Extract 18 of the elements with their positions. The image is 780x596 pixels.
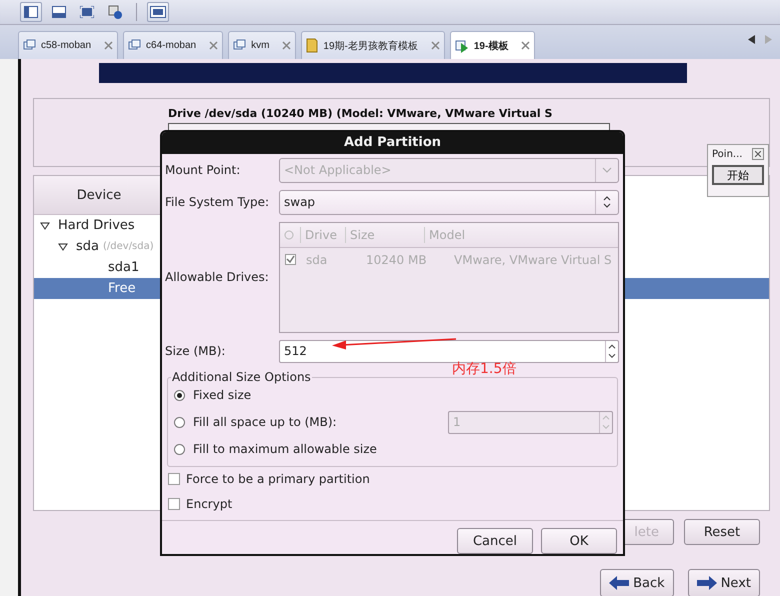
option-label: Fixed size	[193, 388, 252, 402]
drive-label: Drive /dev/sda (10240 MB) (Model: VMware, VMware Virtual S	[168, 106, 554, 120]
window-title: Poin...	[712, 148, 742, 160]
checkbox-label: Encrypt	[186, 496, 232, 511]
table-cell-text: 10240 MB	[365, 252, 428, 267]
table-cell-text: sda	[305, 252, 328, 267]
dialog-title: Add Partition	[162, 132, 623, 154]
checkbox-label: Force to be a primary partition	[186, 472, 370, 486]
field-label: Mount Point:	[165, 163, 242, 178]
field-label: Allowable Drives:	[165, 270, 270, 284]
device-path: (/dev/sda)	[103, 241, 154, 252]
option-label: Fill to maximum allowable size	[193, 442, 377, 456]
field-label: Size (MB):	[165, 344, 226, 358]
table-cell-text: VMware, VMware Virtual S	[453, 252, 612, 267]
field-label: File System Type:	[165, 195, 270, 210]
group-legend: Additional Size Options	[171, 370, 312, 384]
annotation-text: 内存1.5倍	[452, 360, 516, 378]
option-label: Fill all space up to (MB):	[193, 415, 337, 430]
